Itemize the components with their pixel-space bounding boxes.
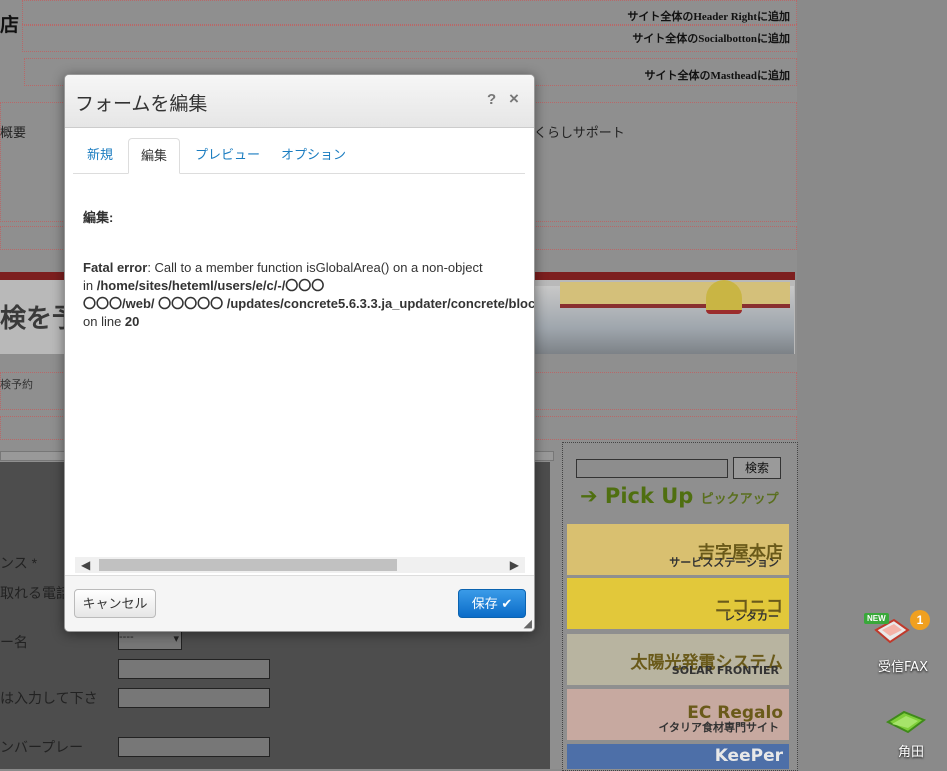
dialog-header: フォームを編集 ? ×: [65, 75, 534, 128]
error-path-1: /home/sites/heteml/users/e/c/-/〇〇〇: [96, 278, 325, 293]
error-path-2: 〇〇〇/web/ 〇〇〇〇〇 /updates/concrete5.6.3.3.…: [83, 296, 535, 311]
socialbotton-area[interactable]: サイト全体のSocialbottonに追加: [22, 24, 797, 52]
error-on-line: on line: [83, 314, 125, 329]
nav-item-right[interactable]: くらしサポート: [534, 122, 625, 141]
pickup-heading: ➔ Pick Up ピックアップ: [580, 484, 779, 508]
sidebar-banner-sub: イタリア食材専門サイト: [658, 721, 779, 734]
dialog-title: フォームを編集: [75, 93, 208, 115]
form-select-value: ----: [119, 631, 134, 643]
desktop-user-label[interactable]: 角田: [871, 741, 947, 760]
sidebar-banner-station[interactable]: 吉字屋本店 サービスステーション: [567, 524, 789, 575]
masthead-area-label: サイト全体のMastheadに追加: [644, 70, 790, 82]
error-line-number: 20: [124, 314, 140, 329]
header-right-area[interactable]: サイト全体のHeader Rightに追加: [22, 0, 797, 26]
header-right-area-label: サイト全体のHeader Rightに追加: [627, 11, 790, 23]
error-label: Fatal error: [83, 260, 148, 275]
resize-handle-icon[interactable]: ◢: [524, 617, 532, 630]
check-icon: ✔: [501, 596, 513, 611]
chevron-down-icon: ▾: [173, 633, 179, 645]
sidebar-banner-solar[interactable]: 太陽光発電システム SOLAR FRONTIER: [567, 634, 789, 685]
form-label: ンバープレー: [0, 739, 84, 755]
sidebar-banner-text: KeePer: [714, 746, 783, 766]
new-badge: NEW: [864, 613, 889, 624]
error-text: : Call to a member function isGlobalArea…: [147, 260, 483, 275]
close-icon[interactable]: ×: [509, 89, 519, 109]
shell-logo-icon: [706, 280, 742, 314]
form-select[interactable]: ---- ▾: [118, 630, 182, 650]
pickup-heading-sub: ピックアップ: [700, 492, 779, 507]
desktop-fax-label[interactable]: 受信FAX: [863, 656, 943, 675]
pickup-heading-text: Pick Up: [604, 484, 694, 508]
dialog-horizontal-scrollbar[interactable]: ◀ ▶: [75, 557, 525, 573]
help-icon[interactable]: ?: [487, 91, 496, 108]
dialog-tabs: 新規 編集 プレビュー オプション: [73, 138, 525, 174]
sidebar-banner-sub: サービスステーション: [669, 556, 779, 569]
tab-new[interactable]: 新規: [75, 138, 125, 172]
content-heading: 編集:: [83, 210, 114, 225]
form-label: ー名: [0, 634, 28, 650]
sidebar-banner-keeper[interactable]: KeePer: [567, 744, 789, 769]
scroll-left-icon[interactable]: ◀: [81, 557, 90, 573]
error-message: Fatal error: Call to a member function i…: [83, 259, 535, 331]
edit-form-dialog: フォームを編集 ? × 新規 編集 プレビュー オプション 編集: Fatal …: [64, 74, 535, 632]
sidebar-search-input[interactable]: [576, 459, 728, 478]
banner-link[interactable]: 検予約: [0, 376, 33, 392]
sidebar-search-button[interactable]: 検索: [733, 457, 781, 479]
scrollbar-thumb[interactable]: [99, 559, 397, 571]
tab-edit[interactable]: 編集: [128, 138, 181, 174]
save-button-label: 保存: [471, 596, 498, 611]
nav-item-left[interactable]: 概要: [0, 122, 26, 141]
form-label: は入力して下さ: [0, 690, 98, 706]
form-input[interactable]: [118, 737, 270, 757]
form-input[interactable]: [118, 688, 270, 708]
form-label: 取れる電話: [0, 585, 70, 601]
form-label: ンス *: [0, 555, 38, 571]
cancel-button[interactable]: キャンセル: [74, 589, 156, 618]
user-folder-icon[interactable]: [884, 706, 928, 736]
save-button[interactable]: 保存 ✔: [458, 589, 526, 618]
form-input[interactable]: [118, 659, 270, 679]
scroll-right-icon[interactable]: ▶: [510, 557, 519, 573]
dialog-footer: キャンセル 保存 ✔ ◢: [65, 575, 534, 631]
sidebar-banner-sub: レンタカー: [724, 610, 779, 623]
sidebar-banner-rentacar[interactable]: ニコニコ レンタカー: [567, 578, 789, 629]
socialbotton-area-label: サイト全体のSocialbottonに追加: [632, 33, 790, 45]
error-in: in: [83, 278, 97, 293]
store-title: 店: [0, 15, 20, 36]
banner-station-roof: [560, 282, 790, 308]
arrow-right-icon: ➔: [580, 484, 598, 508]
notification-badge: 1: [910, 610, 930, 630]
sidebar-banner-sub: SOLAR FRONTIER: [671, 664, 779, 677]
sidebar-banner-italy[interactable]: EC Regalo イタリア食材専門サイト: [567, 689, 789, 740]
tab-options[interactable]: オプション: [269, 138, 358, 172]
tab-preview[interactable]: プレビュー: [183, 138, 272, 172]
